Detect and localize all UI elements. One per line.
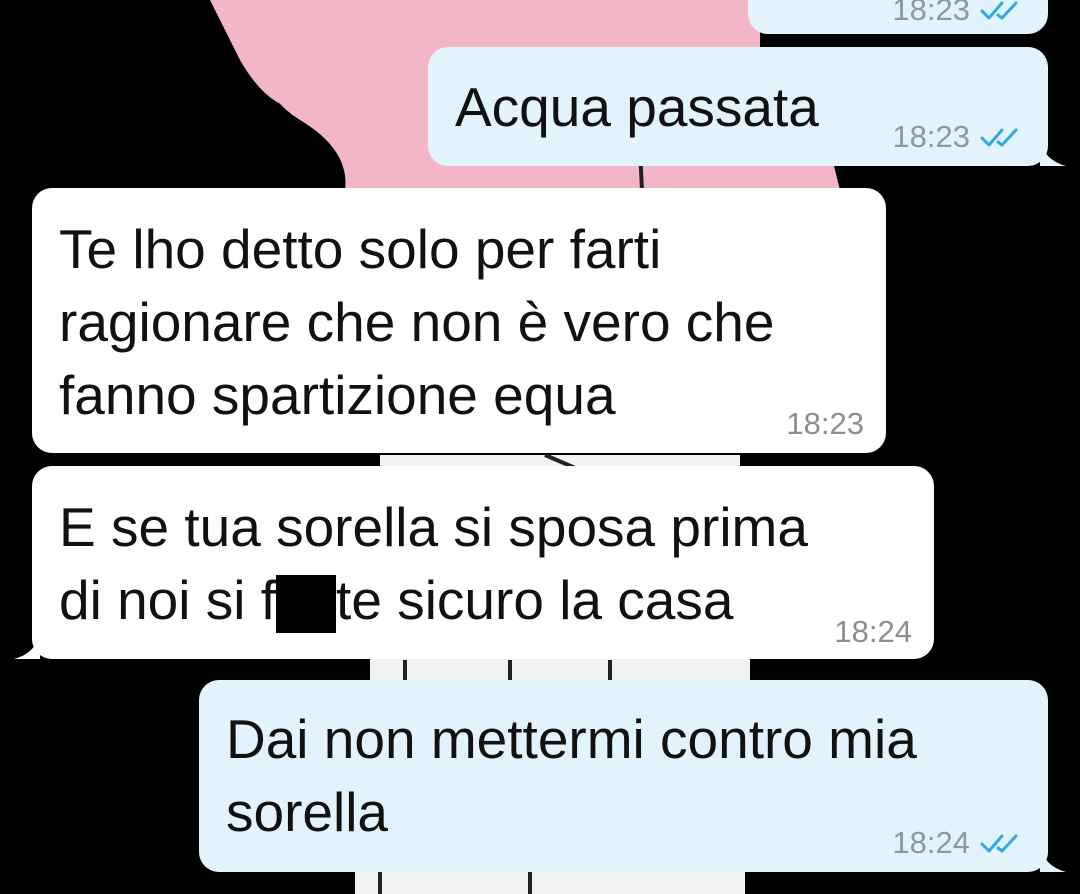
message-meta: 18:23: [892, 0, 1026, 28]
message-text-fragment: di noi si f: [59, 569, 277, 631]
message-time: 18:24: [834, 614, 912, 649]
bubble-tail: [14, 633, 40, 659]
bubble-tail: [1040, 140, 1066, 166]
bubble-tail: [1040, 846, 1066, 872]
message-text-line: di noi si f te sicuro la casa: [59, 564, 733, 637]
message-text-line: sorella: [226, 781, 389, 843]
message-bubble-outgoing[interactable]: 18:23: [748, 0, 1048, 34]
message-text-line: fanno spartizione equa: [59, 364, 616, 426]
read-ticks-icon: [980, 834, 1018, 853]
message-time: 18:23: [892, 119, 970, 154]
message-meta: 18:24: [892, 825, 1026, 861]
message-text-line: E se tua sorella si sposa prima: [59, 496, 808, 558]
message-bubble-incoming[interactable]: E se tua sorella si sposa prima di noi s…: [32, 466, 934, 659]
message-bubble-outgoing[interactable]: Acqua passata 18:23: [428, 47, 1048, 166]
message-text-line: Te lho detto solo per farti: [59, 218, 662, 280]
message-time: 18:23: [786, 406, 864, 441]
message-time: 18:24: [892, 825, 970, 860]
message-bubble-outgoing[interactable]: Dai non mettermi contro mia sorella 18:2…: [199, 680, 1048, 872]
read-ticks-icon: [980, 128, 1018, 147]
message-text-line: ragionare che non è vero che: [59, 291, 775, 353]
message-text: Acqua passata: [455, 76, 819, 138]
message-bubble-incoming[interactable]: Te lho detto solo per farti ragionare ch…: [32, 188, 886, 453]
message-text-line: Dai non mettermi contro mia: [226, 708, 917, 770]
message-meta: 18:23: [892, 119, 1026, 155]
message-time: 18:23: [892, 0, 970, 27]
message-text-fragment: te sicuro la casa: [336, 569, 734, 631]
message-meta: 18:23: [786, 406, 864, 442]
message-meta: 18:24: [834, 614, 912, 650]
redaction-box: [276, 575, 337, 633]
read-ticks-icon: [980, 1, 1018, 20]
